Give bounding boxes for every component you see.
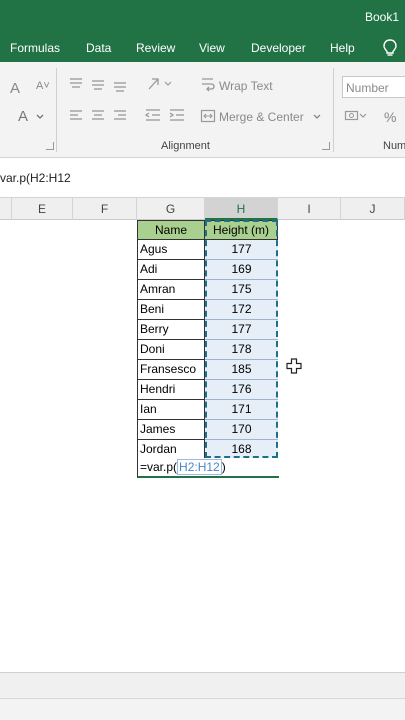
name-cell[interactable]: Agus <box>137 240 205 260</box>
name-cell[interactable]: Beni <box>137 300 205 320</box>
status-bar <box>0 698 405 720</box>
column-header-partial[interactable] <box>0 198 12 220</box>
accounting-format-icon[interactable] <box>344 108 368 124</box>
formula-range-ref: H2:H12 <box>177 459 222 475</box>
column-header-g[interactable]: G <box>137 198 205 220</box>
plus-cursor-icon <box>286 358 302 374</box>
formula-bar-text[interactable]: var.p(H2:H12 <box>0 171 71 185</box>
table-header-height[interactable]: Height (m) <box>205 220 278 240</box>
height-cell[interactable]: 171 <box>205 400 278 420</box>
horizontal-align-icons[interactable] <box>68 108 130 124</box>
number-group-label: Num <box>383 140 405 152</box>
font-color-button[interactable]: A <box>18 108 28 125</box>
chevron-down-icon[interactable] <box>313 114 321 120</box>
worksheet-grid[interactable]: E F G H I J Name Height (m) Agus 177 Adi… <box>0 198 405 672</box>
wrap-text-button[interactable]: Wrap Text <box>219 79 273 93</box>
name-cell[interactable]: James <box>137 420 205 440</box>
name-cell[interactable]: Ian <box>137 400 205 420</box>
height-cell[interactable]: 168 <box>205 440 278 460</box>
column-header-i[interactable]: I <box>278 198 341 220</box>
height-cell[interactable]: 175 <box>205 280 278 300</box>
formula-close-paren: ) <box>221 460 226 474</box>
vertical-align-icons[interactable] <box>68 76 130 92</box>
height-cell[interactable]: 172 <box>205 300 278 320</box>
merge-center-icon[interactable] <box>200 108 216 124</box>
height-cell[interactable]: 169 <box>205 260 278 280</box>
name-cell[interactable]: Fransesco <box>137 360 205 380</box>
ribbon-divider <box>333 68 334 152</box>
lightbulb-icon[interactable] <box>383 39 397 57</box>
column-header-j[interactable]: J <box>341 198 405 220</box>
height-cell[interactable]: 185 <box>205 360 278 380</box>
tab-review[interactable]: Review <box>136 41 175 55</box>
tab-formulas[interactable]: Formulas <box>10 41 60 55</box>
formula-function: =var.p( <box>140 460 178 474</box>
name-cell[interactable]: Berry <box>137 320 205 340</box>
tab-help[interactable]: Help <box>330 41 355 55</box>
chevron-down-icon[interactable] <box>36 114 44 120</box>
alignment-dialog-launcher[interactable] <box>322 142 330 150</box>
height-cell[interactable]: 177 <box>205 320 278 340</box>
wrap-text-icon[interactable] <box>200 76 216 92</box>
excel-window: Book1 Formulas Data Review View Develope… <box>0 0 405 720</box>
shrink-font-button[interactable]: A˅ <box>36 80 50 92</box>
percent-style-button[interactable]: % <box>384 109 396 125</box>
column-headers: E F G H I J <box>0 198 405 220</box>
name-cell[interactable]: Adi <box>137 260 205 280</box>
height-cell[interactable]: 170 <box>205 420 278 440</box>
sheet-tabs-bar[interactable] <box>0 672 405 698</box>
name-cell[interactable]: Doni <box>137 340 205 360</box>
name-cell[interactable]: Amran <box>137 280 205 300</box>
table-header-name[interactable]: Name <box>137 220 205 240</box>
column-header-h[interactable]: H <box>205 198 278 220</box>
tab-developer[interactable]: Developer <box>251 41 306 55</box>
indent-icons[interactable] <box>144 108 188 124</box>
orientation-icon[interactable] <box>146 76 176 92</box>
ribbon-divider <box>56 68 57 152</box>
height-cell[interactable]: 177 <box>205 240 278 260</box>
grow-font-button[interactable]: A <box>10 80 20 97</box>
name-cell[interactable]: Hendri <box>137 380 205 400</box>
merge-center-button[interactable]: Merge & Center <box>219 110 304 124</box>
title-bar: Book1 <box>0 0 405 34</box>
formula-bar[interactable]: var.p(H2:H12 <box>0 158 405 198</box>
number-format-value: Number <box>346 81 389 95</box>
ribbon-tabs: Formulas Data Review View Developer Help <box>0 34 405 62</box>
alignment-group-label: Alignment <box>161 140 210 152</box>
column-header-f[interactable]: F <box>73 198 137 220</box>
active-cell-formula[interactable]: =var.p(H2:H12) <box>140 459 226 475</box>
name-cell[interactable]: Jordan <box>137 440 205 460</box>
column-header-e[interactable]: E <box>12 198 73 220</box>
ribbon: A A˅ A Wrap Text Merge & Center Alignmen… <box>0 62 405 158</box>
tab-data[interactable]: Data <box>86 41 111 55</box>
height-cell[interactable]: 178 <box>205 340 278 360</box>
font-dialog-launcher[interactable] <box>46 142 54 150</box>
tab-view[interactable]: View <box>199 41 225 55</box>
height-cell[interactable]: 176 <box>205 380 278 400</box>
workbook-title: Book1 <box>364 10 399 24</box>
number-format-dropdown[interactable]: Number <box>342 76 405 98</box>
